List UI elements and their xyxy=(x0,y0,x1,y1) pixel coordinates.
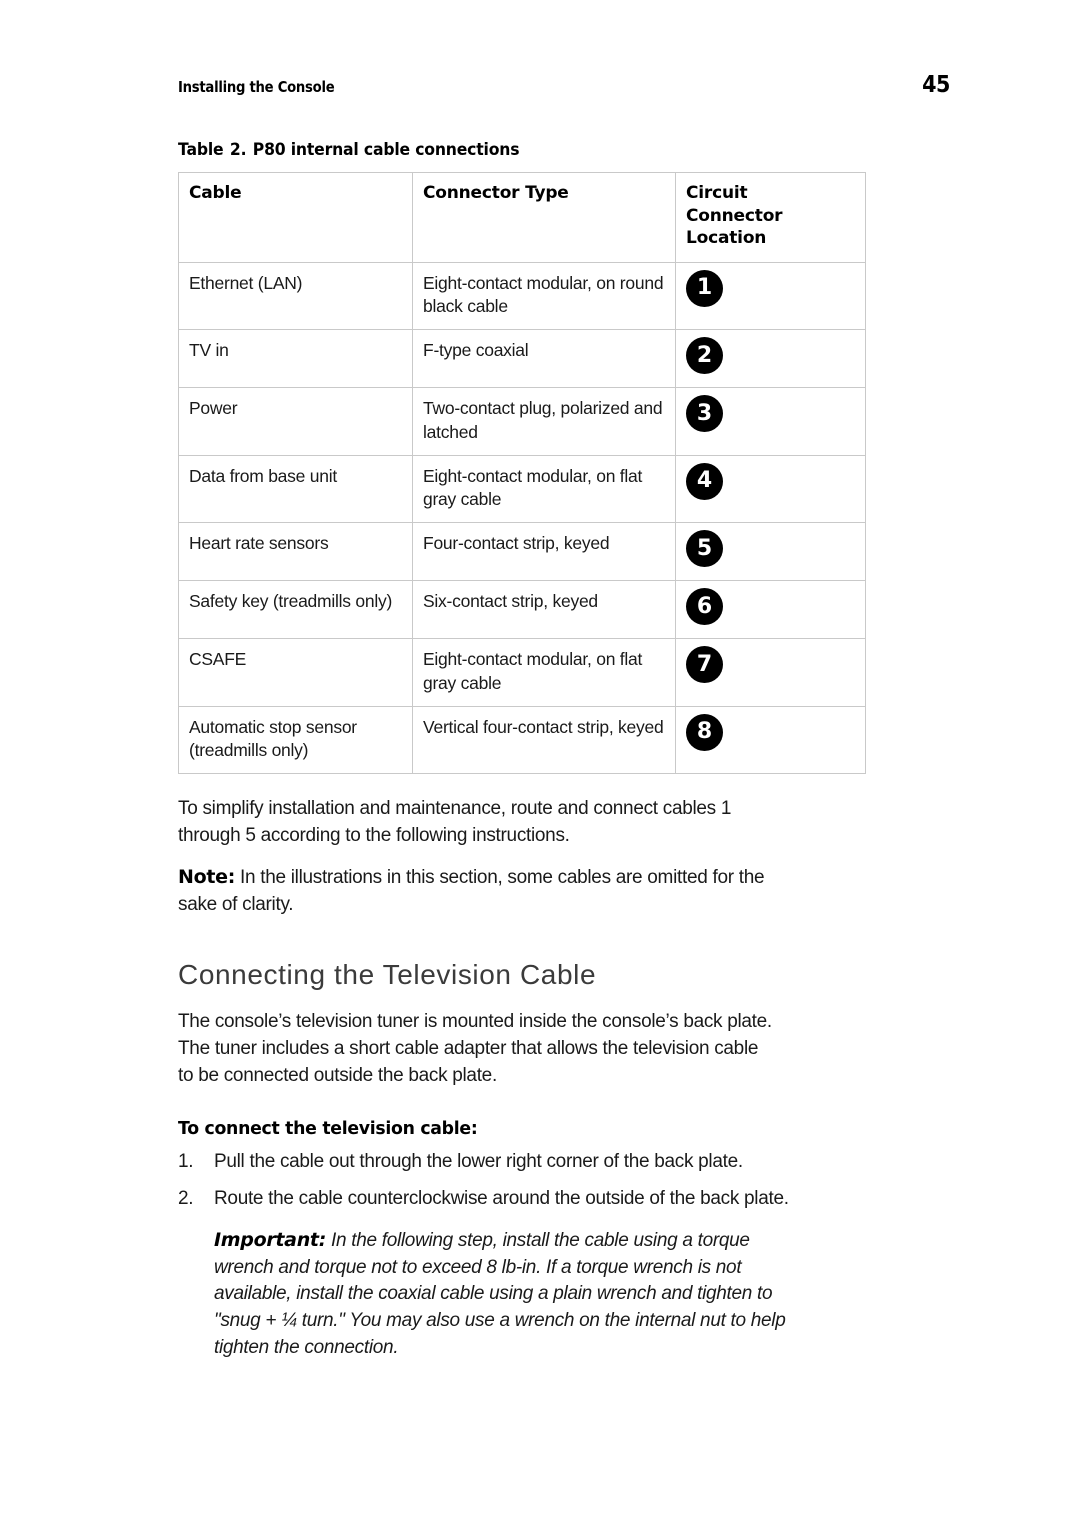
table-row: Power Two-contact plug, polarized and la… xyxy=(178,387,866,456)
cell-cable: Automatic stop sensor (treadmills only) xyxy=(178,705,413,775)
cable-connections-table: Cable Connector Type Circuit Connector L… xyxy=(178,172,866,775)
circled-number-icon: 6 xyxy=(686,588,723,626)
table-row: TV in F-type coaxial 2 xyxy=(178,329,866,389)
table-head: Cable Connector Type Circuit Connector L… xyxy=(178,172,866,263)
page-number: 45 xyxy=(922,72,950,98)
list-item: 2. Route the cable counterclockwise aroun… xyxy=(178,1186,810,1213)
important-note: Important: In the following step, instal… xyxy=(214,1227,810,1361)
column-header-line-1: Circuit xyxy=(686,183,748,203)
table-caption-title: P80 internal cable connections xyxy=(252,140,520,160)
cell-location: 1 xyxy=(675,261,866,331)
cell-connector: Eight-contact modular, on round black ca… xyxy=(412,261,676,331)
cell-connector: Eight-contact modular, on flat gray cabl… xyxy=(412,454,676,524)
circled-number-icon: 1 xyxy=(686,269,723,307)
document-page: Installing the Console 45 Table 2. P80 int… xyxy=(0,0,1080,1535)
table-caption-label: Table xyxy=(178,140,224,160)
circled-number-icon: 5 xyxy=(686,530,723,568)
cell-connector: Four-contact strip, keyed xyxy=(412,522,676,582)
column-header-connector-type: Connector Type xyxy=(412,172,676,263)
cell-connector: Eight-contact modular, on flat gray cabl… xyxy=(412,638,676,707)
circled-number-icon: 8 xyxy=(686,713,723,751)
procedure-heading: To connect the television cable: xyxy=(178,1118,478,1140)
cell-connector: F-type coaxial xyxy=(412,329,676,389)
cell-location: 3 xyxy=(675,387,866,456)
cell-cable: Safety key (treadmills only) xyxy=(178,580,413,640)
cell-location: 6 xyxy=(675,580,866,640)
table-row: CSAFE Eight-contact modular, on flat gra… xyxy=(178,638,866,707)
procedure-step-list: 1. Pull the cable out through the lower r… xyxy=(178,1149,958,1213)
table-row: Safety key (treadmills only) Six-contact… xyxy=(178,580,866,640)
intro-paragraph: To simplify installation and maintenance… xyxy=(178,798,732,847)
column-header-cable: Cable xyxy=(178,172,413,263)
cell-location: 2 xyxy=(675,329,866,389)
cell-cable: Power xyxy=(178,387,413,456)
table-row: Ethernet (LAN) Eight-contact modular, on… xyxy=(178,261,866,331)
important-label: Important: xyxy=(214,1229,327,1252)
table-body: Ethernet (LAN) Eight-contact modular, on… xyxy=(178,261,866,775)
cell-cable: TV in xyxy=(178,329,413,389)
table-row: Heart rate sensors Four-contact strip, k… xyxy=(178,522,866,582)
cell-connector: Six-contact strip, keyed xyxy=(412,580,676,640)
column-header-line-3: Location xyxy=(686,228,767,249)
cell-location: 4 xyxy=(675,454,866,524)
column-header-line-2: Connector xyxy=(686,205,783,226)
cell-cable: Data from base unit xyxy=(178,454,413,524)
step-text: Route the cable counterclockwise around … xyxy=(214,1188,789,1210)
cell-cable: CSAFE xyxy=(178,638,413,707)
circled-number-icon: 2 xyxy=(686,337,723,375)
cell-location: 8 xyxy=(675,705,866,775)
header-section-title: Installing the Console xyxy=(178,78,335,96)
table-row: Data from base unit Eight-contact modula… xyxy=(178,454,866,524)
page-content: Table 2. P80 internal cable connections Ca… xyxy=(178,140,958,1361)
table-row: Automatic stop sensor (treadmills only) … xyxy=(178,705,866,775)
circled-number-icon: 7 xyxy=(686,646,723,684)
table-header-row: Cable Connector Type Circuit Connector L… xyxy=(178,172,866,263)
note-label: Note: xyxy=(178,866,236,889)
cell-cable: Heart rate sensors xyxy=(178,522,413,582)
cell-location: 7 xyxy=(675,638,866,707)
step-number: 2. xyxy=(178,1188,194,1210)
cell-cable: Ethernet (LAN) xyxy=(178,261,413,331)
section-paragraph: The console’s television tuner is mounte… xyxy=(178,1011,772,1087)
cell-location: 5 xyxy=(675,522,866,582)
cell-connector: Two-contact plug, polarized and latched xyxy=(412,387,676,456)
list-item: 1. Pull the cable out through the lower r… xyxy=(178,1149,810,1176)
table-caption-number: 2. xyxy=(229,140,247,160)
note-text: In the illustrations in this section, so… xyxy=(178,867,765,916)
table-caption: Table 2. P80 internal cable connections xyxy=(178,140,896,160)
step-text: Pull the cable out through the lower rig… xyxy=(214,1151,743,1173)
circled-number-icon: 4 xyxy=(686,462,723,500)
note-paragraph: Note: In the illustrations in this secti… xyxy=(178,864,778,919)
cell-connector: Vertical four-contact strip, keyed xyxy=(412,705,676,775)
column-header-circuit-connector-location: Circuit Connector Location xyxy=(675,172,866,263)
page-running-header: Installing the Console 45 xyxy=(178,72,950,104)
circled-number-icon: 3 xyxy=(686,395,723,433)
step-number: 1. xyxy=(178,1151,194,1173)
section-heading: Connecting the Television Cable xyxy=(178,959,597,991)
